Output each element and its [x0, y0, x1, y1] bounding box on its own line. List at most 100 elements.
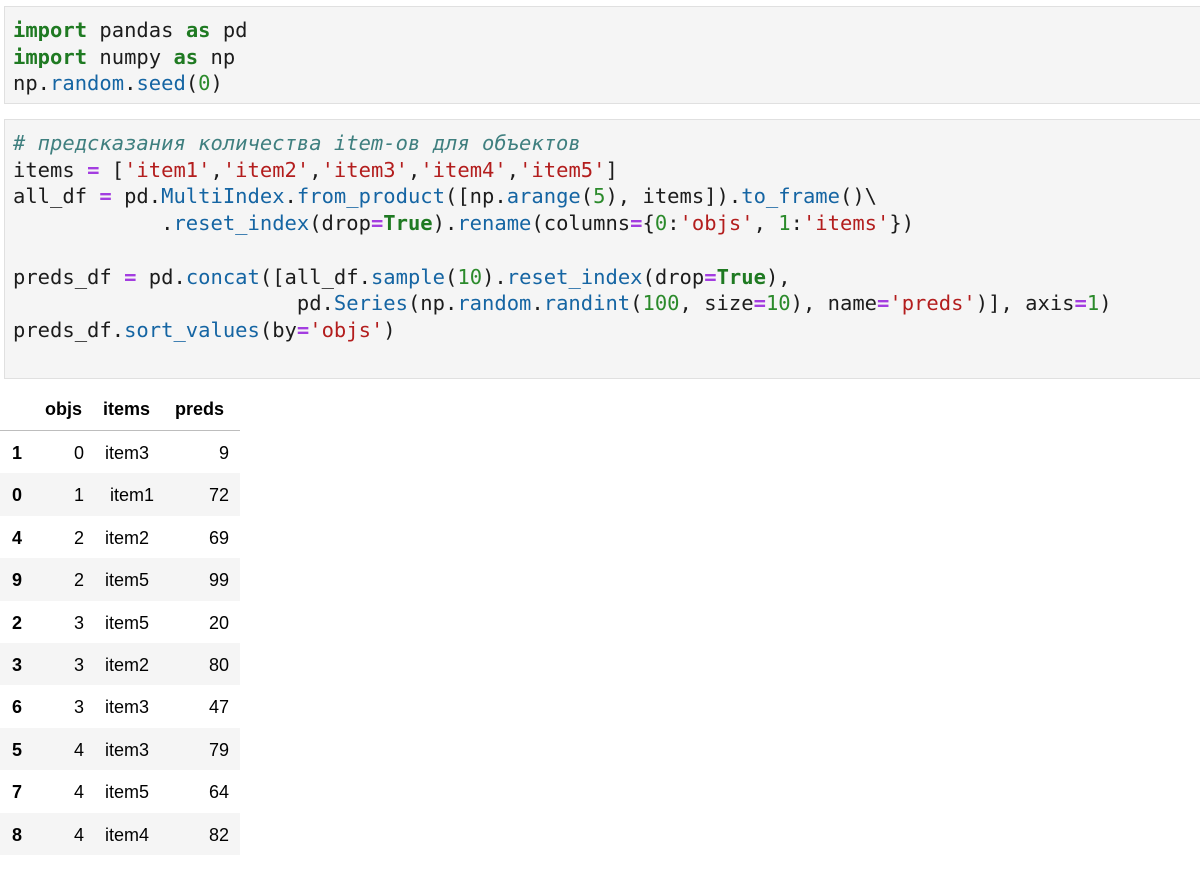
code-token: ) [210, 71, 223, 96]
code-token: 100 [642, 291, 680, 316]
code-token: seed [136, 71, 186, 96]
code-token: (by [259, 317, 297, 342]
code-token: 'preds' [889, 291, 976, 316]
cell-items: item3 [105, 739, 150, 760]
cell-items: item3 [105, 443, 150, 463]
cell-preds: 69 [208, 527, 229, 548]
code-token: ( [630, 291, 643, 316]
code-token: pandas [87, 18, 186, 42]
code-token: 10 [765, 291, 791, 316]
row-index: 5 [12, 739, 23, 760]
code-cell-predictions[interactable]: # предсказания количества item-ов для об… [4, 119, 1200, 379]
code-token: . [531, 291, 544, 316]
code-token: , [506, 157, 520, 182]
table-row: 9 2 item5 99 [0, 558, 240, 601]
code-token: 'objs' [309, 317, 384, 342]
row-index: 2 [12, 612, 23, 633]
cell-items: item4 [105, 824, 150, 845]
code-token: 5 [593, 184, 606, 209]
code-token: )], axis [975, 291, 1075, 316]
code-token: pd. [136, 264, 186, 289]
cell-items: item5 [105, 570, 150, 591]
row-index: 3 [12, 654, 23, 675]
code-token: preds_df [13, 264, 125, 289]
row-index: 1 [12, 443, 23, 463]
cell-objs: 4 [73, 782, 84, 803]
code-token: rename [457, 211, 532, 236]
table-row: 0 1 item1 72 [0, 473, 240, 516]
code-token: np. [13, 71, 51, 96]
code-token: , [408, 157, 421, 182]
table-row: 1 0 item3 9 [0, 431, 240, 473]
code-line: .reset_index(drop=True).rename(columns={… [13, 211, 914, 235]
table-header: objs items preds [0, 393, 240, 431]
code-token: 10 [457, 264, 483, 289]
code-token: = [1074, 291, 1087, 316]
code-token: random [50, 71, 125, 96]
table-row: 5 4 item3 79 [0, 727, 240, 771]
code-line: import numpy as np [13, 45, 235, 69]
code-token: = [370, 211, 384, 236]
code-token: : [790, 211, 803, 236]
code-token: , size [679, 291, 754, 316]
code-token: 'item3' [321, 157, 408, 182]
code-token: ). [482, 264, 507, 289]
code-token: = [877, 291, 890, 316]
code-token: Series [333, 291, 408, 316]
row-index: 9 [12, 570, 23, 591]
code-line: # предсказания количества item-ов для об… [13, 131, 581, 155]
code-token: ( [445, 264, 458, 289]
code-token: (drop [309, 211, 371, 236]
table-row: 3 3 item2 80 [0, 642, 240, 686]
code-token: . [124, 71, 137, 96]
code-token: ). [432, 211, 458, 236]
cell-objs: 3 [73, 697, 84, 718]
code-token: ) [383, 317, 396, 342]
code-token: import [13, 44, 88, 69]
cell-preds: 64 [208, 782, 229, 803]
code-token: 'objs' [679, 211, 754, 236]
code-token: = [124, 264, 137, 289]
code-editor[interactable]: # предсказания количества item-ов для об… [13, 130, 1112, 344]
code-token: import [13, 18, 88, 42]
code-token: 'item2' [222, 157, 310, 182]
code-token: 1 [1086, 291, 1100, 316]
code-token: arange [506, 184, 581, 209]
cell-items: item5 [105, 782, 150, 803]
cell-preds: 82 [208, 824, 229, 845]
cell-preds: 9 [218, 443, 229, 463]
code-token: randint [543, 291, 631, 316]
code-token: preds_df. [13, 317, 125, 342]
code-token: ( [185, 71, 199, 96]
code-token: random [457, 291, 532, 316]
code-editor[interactable]: import pandas as pd import numpy as np n… [13, 17, 248, 97]
code-token: reset_index [173, 211, 310, 236]
cell-items: item3 [105, 697, 150, 718]
code-token: sort_values [124, 317, 260, 342]
code-token: pd. [13, 291, 334, 316]
code-token: ([np. [445, 184, 507, 209]
row-index: 6 [12, 697, 23, 718]
code-token: True [383, 211, 433, 236]
code-token: ] [605, 157, 618, 182]
code-token: MultiIndex [161, 184, 285, 209]
cell-preds: 79 [208, 739, 229, 760]
code-token: (drop [642, 264, 705, 289]
code-token: 'item4' [420, 157, 507, 182]
cell-objs: 3 [73, 654, 84, 675]
cell-objs: 4 [73, 824, 84, 845]
code-token: , [753, 211, 779, 236]
cell-objs: 3 [73, 612, 84, 633]
code-token: , [309, 157, 322, 182]
cell-items: item1 [110, 485, 155, 506]
table-row: 6 3 item3 47 [0, 685, 240, 727]
cell-objs: 0 [73, 443, 84, 463]
code-token: 'items' [802, 211, 890, 236]
row-index: 8 [12, 824, 23, 845]
code-cell-imports[interactable]: import pandas as pd import numpy as np n… [4, 6, 1200, 104]
column-header-preds: preds [175, 399, 225, 419]
code-token: 1 [778, 211, 791, 236]
table-row: 7 4 item5 64 [0, 770, 240, 812]
table-body: 1 0 item3 9 0 1 item1 72 4 2 item2 69 9 2 item5 99 2 3 ite… [0, 431, 240, 855]
code-token: , [210, 157, 223, 182]
